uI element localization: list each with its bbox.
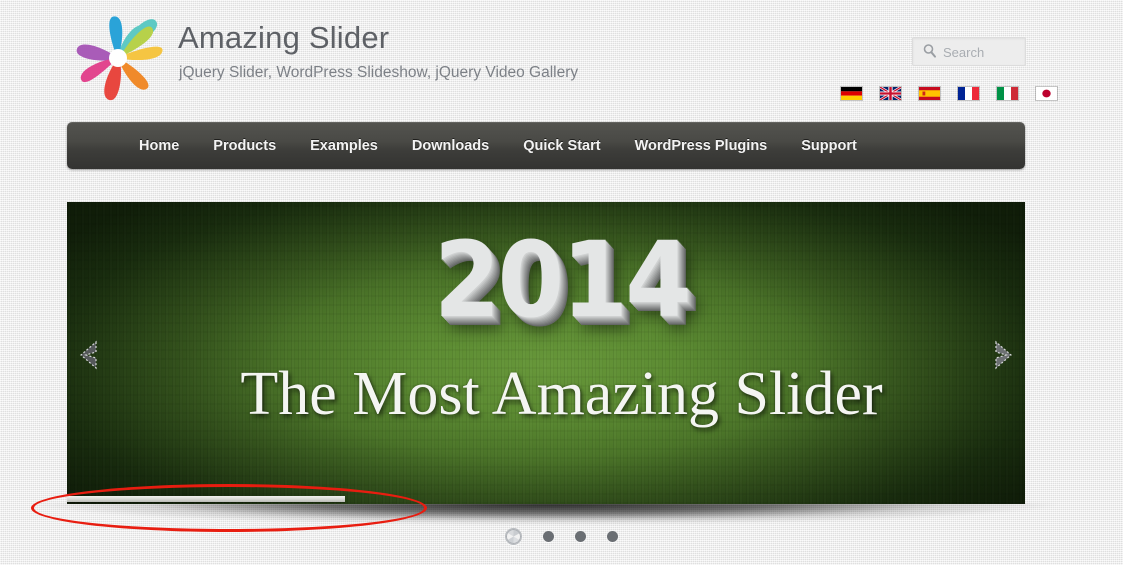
nav-item-support[interactable]: Support	[801, 138, 857, 154]
language-flags	[840, 86, 1058, 101]
slider-progress-fill	[67, 496, 345, 502]
flag-italy-icon[interactable]	[996, 86, 1019, 101]
slide-tagline: The Most Amazing Slider	[240, 360, 883, 428]
page-subtitle: jQuery Slider, WordPress Slideshow, jQue…	[179, 64, 579, 81]
nav-item-home[interactable]: Home	[139, 138, 179, 154]
slider-bullet-4[interactable]	[607, 531, 618, 542]
slider-bullet-1[interactable]	[505, 528, 522, 545]
nav-item-quick-start[interactable]: Quick Start	[523, 138, 600, 154]
slider-drop-shadow	[30, 503, 1062, 525]
slider-bullet-2[interactable]	[543, 531, 554, 542]
flag-united-kingdom-icon[interactable]	[879, 86, 902, 101]
site-header: Amazing Slider jQuery Slider, WordPress …	[0, 0, 1123, 118]
nav-item-downloads[interactable]: Downloads	[412, 138, 489, 154]
flag-japan-icon[interactable]	[1035, 86, 1058, 101]
flag-spain-icon[interactable]	[918, 86, 941, 101]
main-navigation: Home Products Examples Downloads Quick S…	[67, 122, 1025, 169]
search-box[interactable]	[912, 37, 1026, 66]
slider-progress-bar[interactable]	[67, 496, 1025, 502]
slide-year-heading: 2014	[433, 219, 692, 341]
slider-bullet-3[interactable]	[575, 531, 586, 542]
nav-item-examples[interactable]: Examples	[310, 138, 378, 154]
nav-item-products[interactable]: Products	[213, 138, 276, 154]
search-icon	[922, 43, 938, 59]
slider-bullet-nav	[0, 528, 1123, 545]
page-title: Amazing Slider	[178, 20, 390, 55]
flag-france-icon[interactable]	[957, 86, 980, 101]
nav-item-wordpress-plugins[interactable]: WordPress Plugins	[635, 138, 768, 154]
flag-germany-icon[interactable]	[840, 86, 863, 101]
page-root: Amazing Slider jQuery Slider, WordPress …	[0, 0, 1123, 565]
flower-pinwheel-logo-icon[interactable]	[62, 6, 174, 110]
slider-prev-button[interactable]	[78, 340, 104, 370]
search-input[interactable]	[941, 42, 1023, 63]
slider-next-button[interactable]	[988, 340, 1014, 370]
